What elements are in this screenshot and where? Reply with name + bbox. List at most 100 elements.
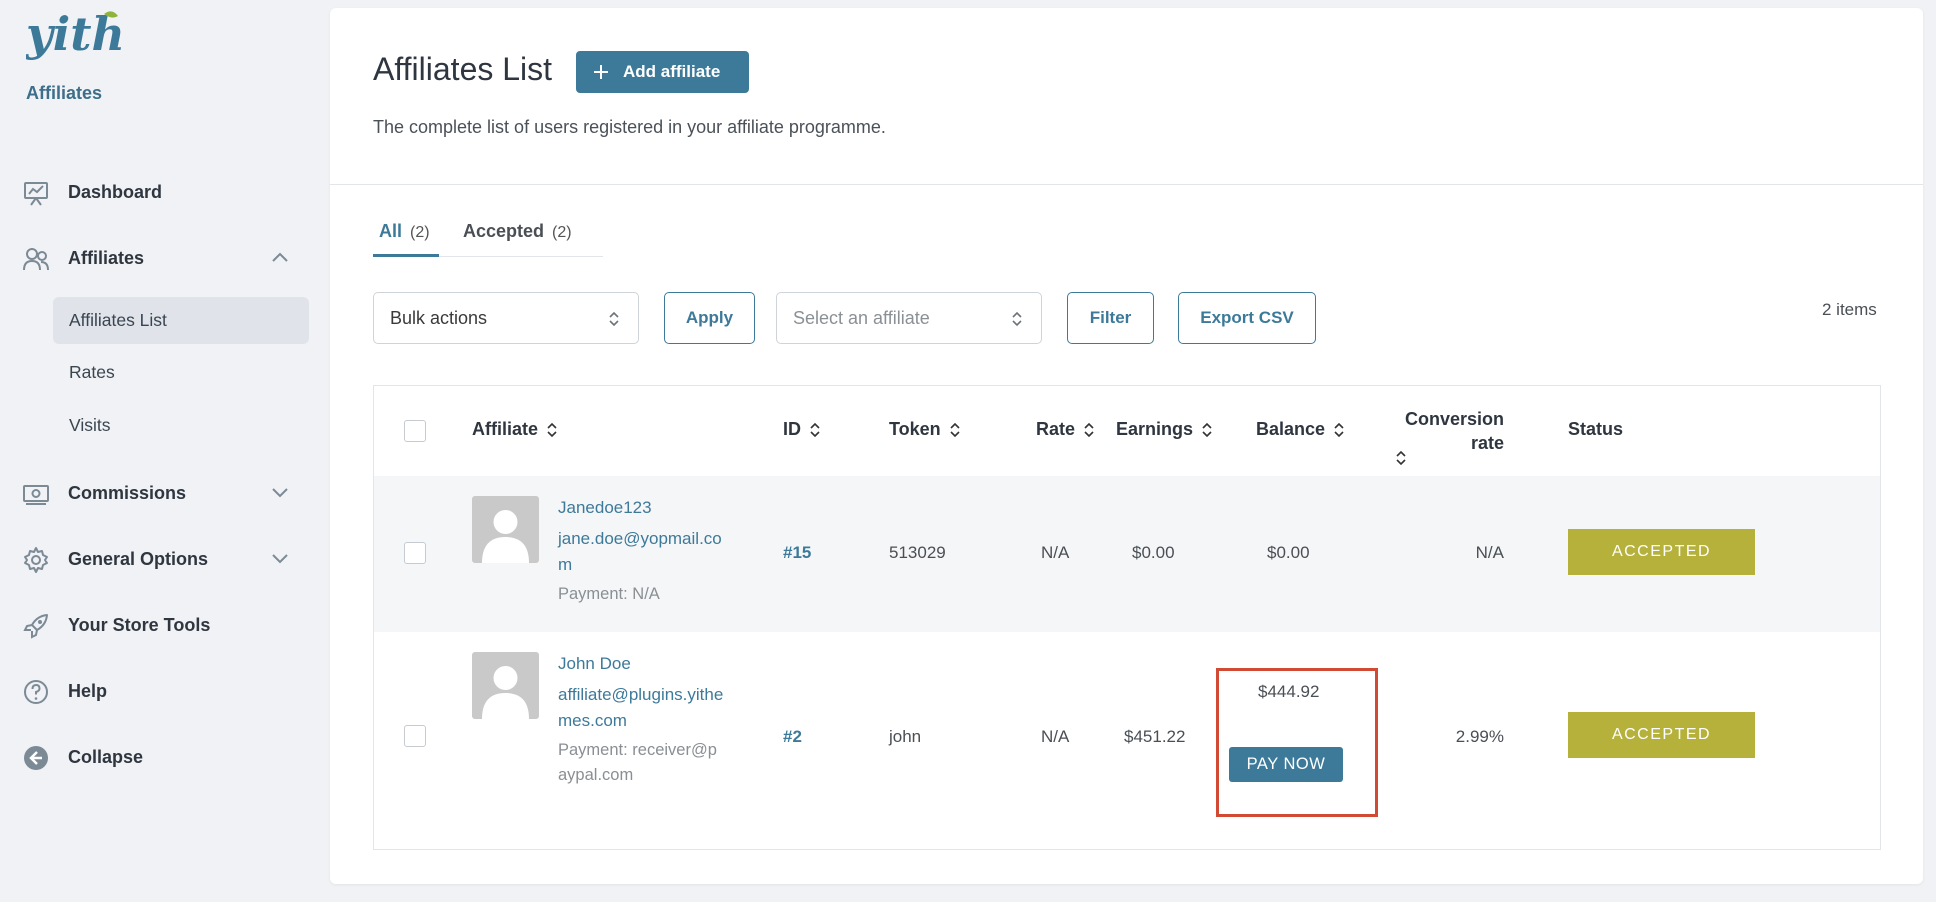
sidebar-item-label: Collapse (68, 746, 144, 767)
affiliate-id-link[interactable]: #2 (783, 727, 802, 747)
add-affiliate-label: Add affiliate (623, 62, 721, 81)
help-circle-icon (24, 680, 48, 704)
affiliate-select[interactable]: Select an affiliate (776, 292, 1042, 344)
column-conversion-rate[interactable]: Conversion rate (1394, 407, 1504, 455)
sidebar-item-affiliates[interactable]: Affiliates (0, 233, 310, 283)
sidebar-item-label: General Options (68, 548, 209, 569)
sidebar-item-label: Your Store Tools (68, 614, 211, 635)
sidebar-subitem-visits[interactable]: Visits (53, 402, 309, 449)
table-row: Janedoe123 jane.doe@yopmail.com Payment:… (374, 476, 1880, 632)
plus-icon (594, 65, 608, 79)
select-arrows-icon (1012, 311, 1022, 327)
tab-label: Accepted (463, 221, 545, 241)
column-earnings[interactable]: Earnings (1116, 419, 1213, 440)
affiliate-email-link[interactable]: affiliate@plugins.yithemes.com (558, 682, 728, 734)
bulk-actions-select[interactable]: Bulk actions (373, 292, 639, 344)
main-panel: Affiliates List Add affiliate The comple… (330, 8, 1923, 884)
page-header: Affiliates List Add affiliate The comple… (330, 8, 1923, 185)
select-all-checkbox[interactable] (404, 420, 426, 442)
column-label: Status (1568, 419, 1624, 439)
table-header: Affiliate ID Token Rate Earnings Balance (374, 386, 1880, 476)
select-arrows-icon (609, 311, 619, 327)
column-label: Affiliate (472, 419, 539, 439)
sidebar-item-label: Dashboard (68, 181, 163, 202)
sidebar-subitem-rates[interactable]: Rates (53, 349, 309, 396)
affiliate-rate: N/A (1041, 727, 1070, 746)
affiliate-token: 513029 (889, 543, 946, 562)
yith-logo[interactable]: yith (25, 4, 125, 70)
sort-icon (810, 422, 820, 437)
status-tabs: All (2) Accepted (2) (373, 221, 603, 257)
affiliate-earnings: $0.00 (1132, 543, 1175, 562)
page-title: Affiliates List (373, 51, 553, 87)
tab-label: All (379, 221, 403, 241)
sort-icon (1202, 422, 1212, 437)
filter-button[interactable]: Filter (1067, 292, 1154, 344)
column-token[interactable]: Token (889, 419, 961, 440)
money-icon (23, 485, 49, 505)
column-rate[interactable]: Rate (1036, 419, 1095, 440)
add-affiliate-button[interactable]: Add affiliate (576, 51, 749, 93)
chevron-down-icon[interactable] (271, 485, 289, 499)
sidebar-item-store-tools[interactable]: Your Store Tools (0, 600, 310, 650)
affiliate-token: john (889, 727, 922, 746)
column-label: Earnings (1116, 419, 1194, 439)
affiliate-email-link[interactable]: jane.doe@yopmail.com (558, 526, 728, 578)
column-affiliate[interactable]: Affiliate (472, 419, 558, 440)
collapse-arrow-icon (24, 746, 48, 770)
column-status: Status (1568, 419, 1623, 440)
sidebar-item-help[interactable]: Help (0, 666, 310, 716)
chevron-up-icon[interactable] (271, 250, 289, 264)
sidebar-item-commissions[interactable]: Commissions (0, 468, 310, 518)
affiliate-conversion-rate: 2.99% (1455, 727, 1504, 746)
affiliate-id-link[interactable]: #15 (783, 543, 811, 563)
column-id[interactable]: ID (783, 419, 821, 440)
status-badge: ACCEPTED (1568, 529, 1755, 575)
tab-count: (2) (552, 224, 572, 241)
sort-icon (1396, 450, 1406, 466)
sidebar-item-general-options[interactable]: General Options (0, 534, 310, 584)
apply-button[interactable]: Apply (664, 292, 755, 344)
sidebar-item-collapse[interactable]: Collapse (0, 732, 310, 782)
column-balance[interactable]: Balance (1256, 419, 1345, 440)
affiliate-name-link[interactable]: Janedoe123 (558, 498, 652, 518)
chevron-down-icon[interactable] (271, 551, 289, 565)
chart-presentation-icon (24, 182, 48, 206)
balance-highlight-box (1216, 668, 1378, 817)
sidebar-subitem-affiliates-list[interactable]: Affiliates List (53, 297, 309, 344)
affiliate-balance: $0.00 (1267, 543, 1310, 562)
sidebar-item-label: Help (68, 680, 108, 701)
avatar (472, 652, 539, 719)
sort-icon (1084, 422, 1094, 437)
row-checkbox[interactable] (404, 725, 426, 747)
column-label: ID (783, 419, 801, 439)
brand-section-label: Affiliates (26, 83, 103, 103)
affiliate-earnings: $451.22 (1124, 727, 1186, 746)
sort-icon (950, 422, 960, 437)
affiliate-conversion-rate: N/A (1475, 543, 1504, 562)
page-description: The complete list of users registered in… (373, 117, 886, 137)
sidebar-item-label: Commissions (68, 482, 187, 503)
affiliate-payment: Payment: N/A (558, 585, 660, 603)
sidebar-item-dashboard[interactable]: Dashboard (0, 167, 310, 217)
table-row: John Doe affiliate@plugins.yithemes.com … (374, 632, 1880, 849)
column-label: Rate (1036, 419, 1076, 439)
status-badge: ACCEPTED (1568, 712, 1755, 758)
bulk-actions-value: Bulk actions (390, 307, 488, 328)
sidebar: yith Affiliates Dashboard Affiliates Aff… (0, 0, 330, 902)
row-checkbox[interactable] (404, 542, 426, 564)
affiliates-table: Affiliate ID Token Rate Earnings Balance (373, 385, 1881, 850)
column-label: rate (1470, 433, 1504, 453)
affiliate-payment: Payment: receiver@paypal.com (558, 741, 717, 784)
tab-accepted[interactable]: Accepted (2) (463, 221, 572, 257)
items-count: 2 items (1822, 300, 1877, 319)
users-icon (23, 248, 49, 271)
rocket-icon (23, 614, 48, 639)
column-label: Balance (1256, 419, 1326, 439)
sort-icon (1334, 422, 1344, 437)
affiliate-name-link[interactable]: John Doe (558, 654, 631, 674)
export-csv-button[interactable]: Export CSV (1178, 292, 1316, 344)
column-label: Token (889, 419, 941, 439)
tab-all[interactable]: All (2) (373, 221, 439, 257)
tab-count: (2) (410, 224, 430, 241)
